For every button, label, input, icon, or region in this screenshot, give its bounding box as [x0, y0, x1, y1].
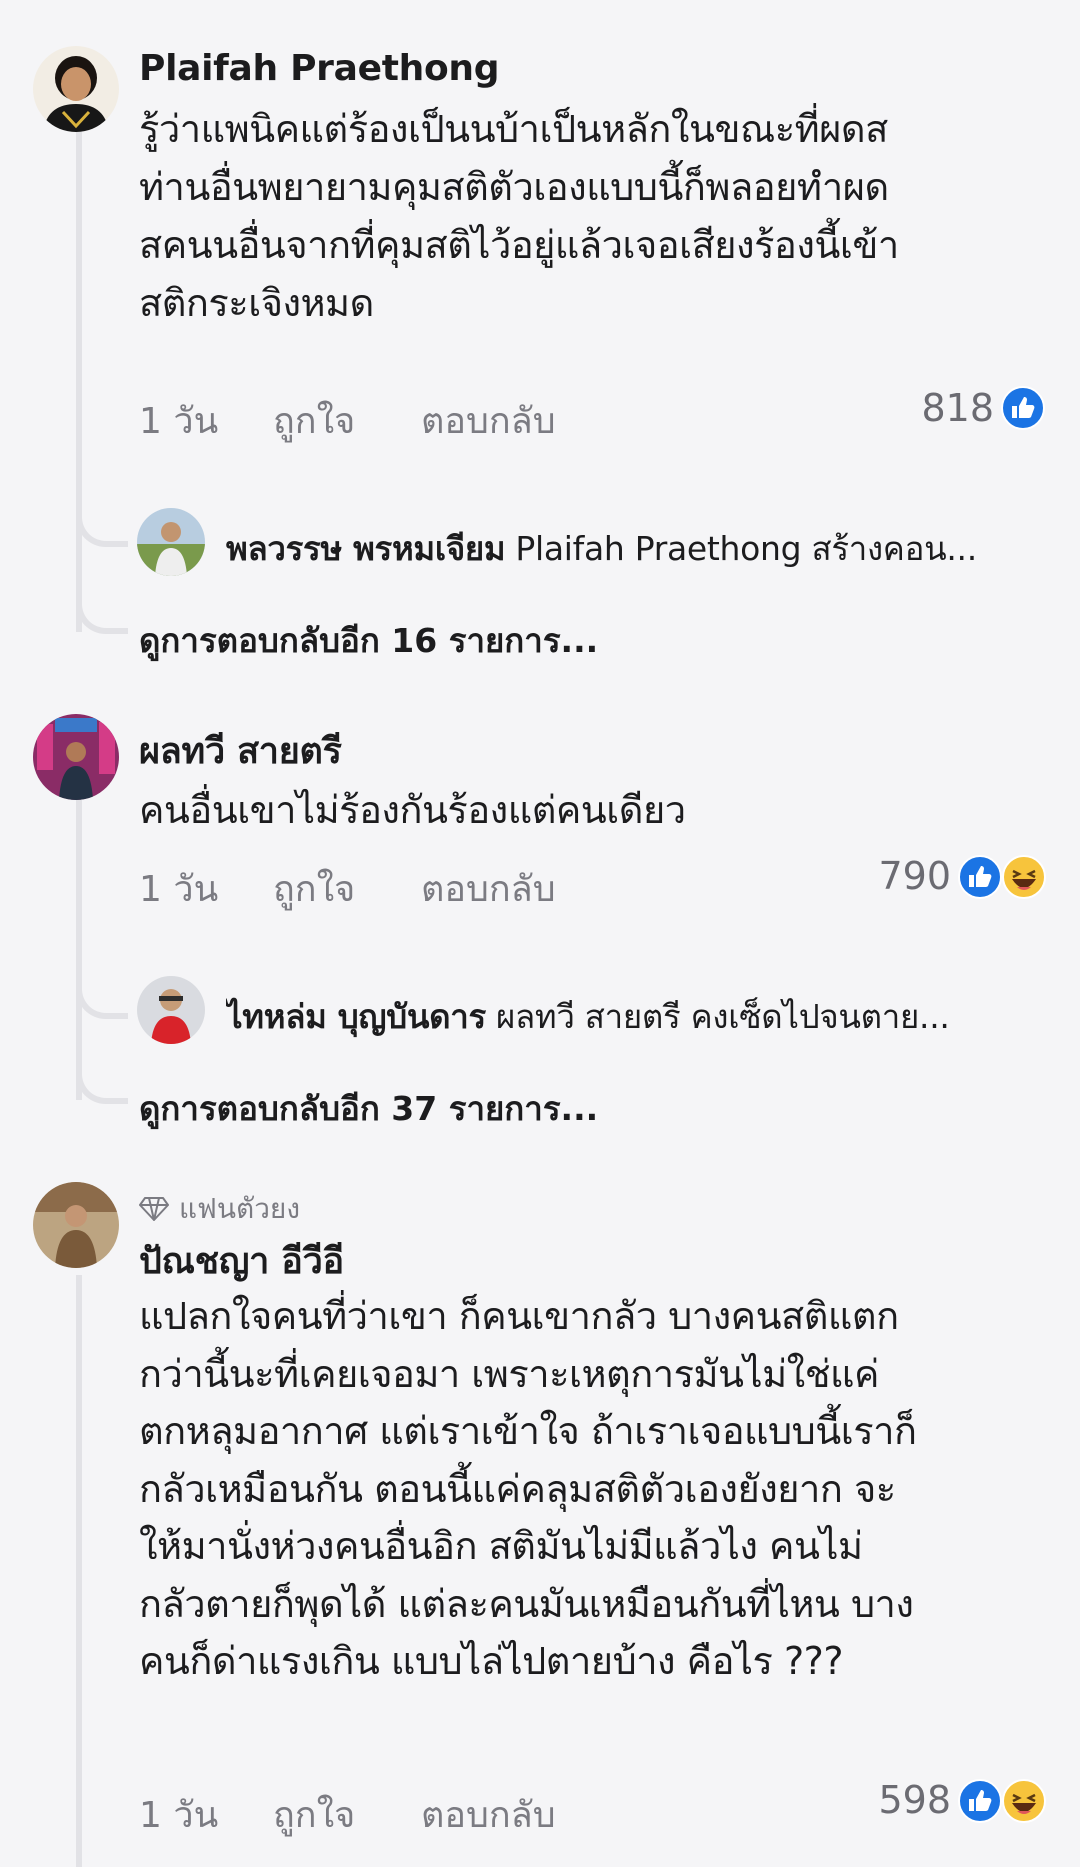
thread-curve — [76, 511, 128, 547]
badge-label: แฟนตัวยง — [179, 1192, 300, 1225]
comment-actions: 1 วัน ถูกใจ ตอบกลับ — [139, 1786, 556, 1843]
avatar[interactable] — [33, 46, 119, 132]
comment-time: 1 วัน — [139, 401, 219, 442]
reply-button[interactable]: ตอบกลับ — [421, 392, 556, 449]
comment-time: 1 วัน — [139, 869, 219, 910]
comment-time: 1 วัน — [139, 1795, 219, 1836]
thread-line — [76, 1275, 82, 1867]
thread-curve — [76, 1068, 128, 1104]
like-button[interactable]: ถูกใจ — [273, 1786, 421, 1843]
badge: แฟนตัวยง — [139, 1187, 300, 1231]
avatar[interactable] — [33, 714, 119, 800]
thread-line — [76, 800, 82, 1100]
reply-preview[interactable]: ไทหล่ม บุญบันดาร ผลทวี สายตรี คงเซ็ดไปจนต… — [226, 990, 1046, 1043]
haha-emoji-icon — [1002, 855, 1046, 899]
view-more-replies[interactable]: ดูการตอบกลับอีก 37 รายการ... — [139, 1082, 598, 1135]
thread-curve — [76, 983, 128, 1019]
comment-text: รู้ว่าแพนิคแต่ร้องเป็นนบ้าเป็นหลักในขณะท… — [139, 107, 899, 325]
diamond-badge-icon — [139, 1196, 169, 1222]
reply-text: Plaifah Praethong สร้างคอน... — [515, 529, 977, 568]
reply-button[interactable]: ตอบกลับ — [421, 1786, 556, 1843]
like-button[interactable]: ถูกใจ — [273, 860, 421, 917]
comment-author[interactable]: ปัณชญา อีวีอี — [139, 1232, 344, 1289]
thread-line — [76, 122, 82, 632]
reaction-count[interactable]: 598 — [878, 1778, 951, 1822]
comment-actions: 1 วัน ถูกใจ ตอบกลับ — [139, 860, 556, 917]
comment-text: คนอื่นเขาไม่ร้องกันร้องแต่คนเดียว — [139, 788, 686, 832]
comment-text: แปลกใจคนที่ว่าเขา ก็คนเขากลัว บางคนสติแต… — [139, 1294, 917, 1683]
thread-curve — [76, 598, 128, 634]
reply-text: ผลทวี สายตรี คงเซ็ดไปจนตาย... — [495, 997, 950, 1036]
comment-actions: 1 วัน ถูกใจ ตอบกลับ — [139, 392, 556, 449]
avatar[interactable] — [33, 1182, 119, 1268]
comment-author[interactable]: Plaifah Praethong — [139, 48, 500, 89]
reply-author[interactable]: พลวรรษ พรหมเจียม — [226, 529, 506, 568]
like-thumb-icon — [958, 855, 1002, 899]
avatar[interactable] — [137, 976, 205, 1044]
reply-author[interactable]: ไทหล่ม บุญบันดาร — [226, 997, 486, 1036]
like-thumb-icon — [958, 1779, 1002, 1823]
avatar[interactable] — [137, 508, 205, 576]
reply-preview[interactable]: พลวรรษ พรหมเจียม Plaifah Praethong สร้างค… — [226, 522, 1046, 575]
reaction-count[interactable]: 790 — [878, 854, 951, 898]
reaction-count[interactable]: 818 — [921, 386, 994, 430]
view-more-replies[interactable]: ดูการตอบกลับอีก 16 รายการ... — [139, 614, 598, 667]
comment-author[interactable]: ผลทวี สายตรี — [139, 722, 342, 779]
haha-emoji-icon — [1002, 1779, 1046, 1823]
like-button[interactable]: ถูกใจ — [273, 392, 421, 449]
reply-button[interactable]: ตอบกลับ — [421, 860, 556, 917]
like-thumb-icon — [1001, 386, 1045, 430]
